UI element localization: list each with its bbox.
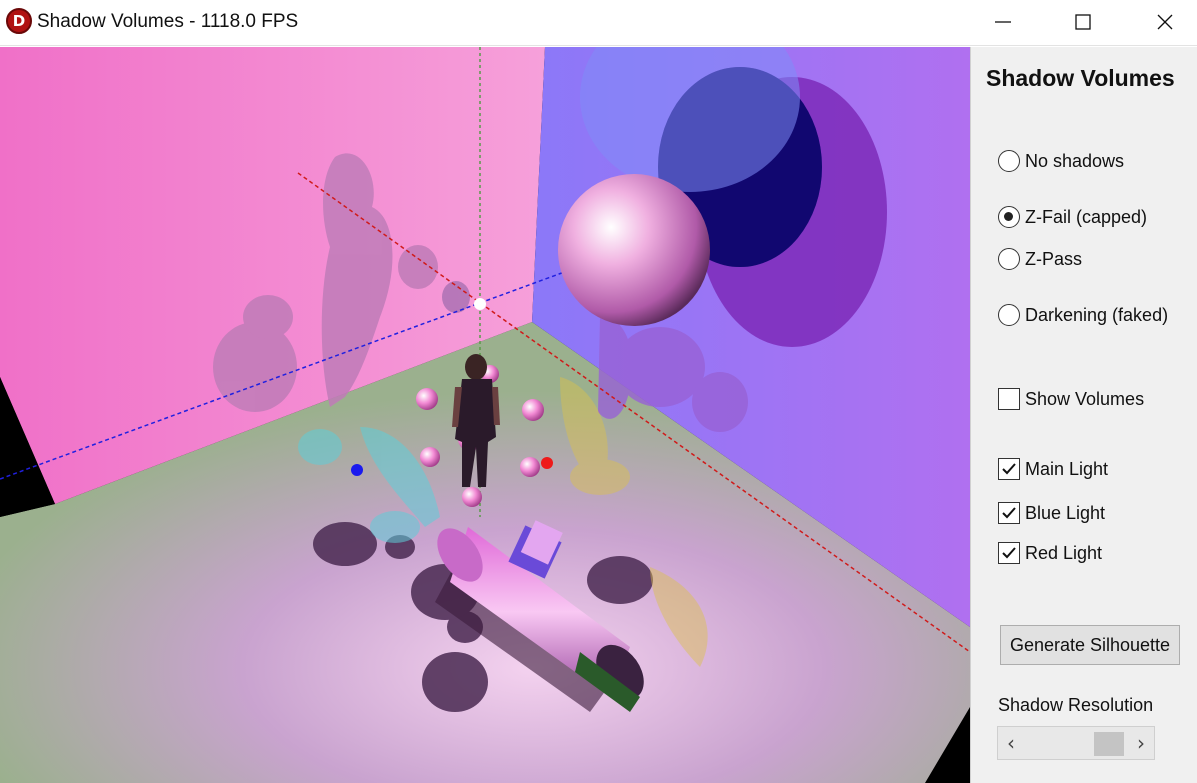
shadow-resolution-scrollbar[interactable]: ‹ › [997, 726, 1155, 760]
scrollbar-thumb[interactable] [1094, 732, 1124, 756]
radio-label: Z-Pass [1025, 248, 1083, 269]
checkbox-red-light[interactable]: Red Light [998, 541, 1102, 565]
scroll-right-arrow-icon[interactable]: › [1128, 727, 1154, 759]
checkbox-label: Red Light [1025, 542, 1103, 563]
checkbox-checked[interactable] [998, 542, 1020, 564]
radio-no-shadows[interactable]: No shadows [998, 149, 1124, 173]
window-title: Shadow Volumes - 1118.0 FPS [37, 11, 299, 32]
radio-button[interactable] [998, 150, 1020, 172]
generate-silhouette-button[interactable]: Generate Silhouette [1000, 625, 1180, 665]
checkmark-icon [1002, 547, 1016, 559]
radio-label: Darkening (faked) [1025, 304, 1169, 325]
checkbox[interactable] [998, 388, 1020, 410]
radio-darkening[interactable]: Darkening (faked) [998, 303, 1168, 327]
checkbox-checked[interactable] [998, 458, 1020, 480]
checkbox-blue-light[interactable]: Blue Light [998, 501, 1105, 525]
checkmark-icon [1002, 463, 1016, 475]
radio-z-fail[interactable]: Z-Fail (capped) [998, 205, 1147, 229]
close-button[interactable] [1137, 0, 1193, 44]
render-viewport[interactable] [0, 47, 970, 783]
checkbox-label: Blue Light [1025, 502, 1106, 523]
radio-button[interactable] [998, 304, 1020, 326]
checkbox-checked[interactable] [998, 502, 1020, 524]
checkmark-icon [1002, 507, 1016, 519]
radio-button[interactable] [998, 248, 1020, 270]
radio-button-selected[interactable] [998, 206, 1020, 228]
checkbox-label: Main Light [1025, 458, 1109, 479]
shadow-scene [0, 47, 970, 783]
scroll-left-arrow-icon[interactable]: ‹ [998, 727, 1024, 759]
app-logo-icon: D [6, 8, 32, 34]
radio-z-pass[interactable]: Z-Pass [998, 247, 1082, 271]
large-sphere [558, 174, 710, 326]
app-icon-letter: D [12, 12, 26, 30]
panel-title: Shadow Volumes [986, 65, 1175, 91]
radio-label: No shadows [1025, 150, 1125, 171]
checkbox-main-light[interactable]: Main Light [998, 457, 1108, 481]
shadow-resolution-label: Shadow Resolution [998, 695, 1154, 715]
radio-label: Z-Fail (capped) [1025, 206, 1148, 227]
controls-panel: Shadow Volumes No shadows Z-Fail (capped… [970, 47, 1197, 783]
minimize-icon [995, 21, 1011, 23]
minimize-button[interactable] [975, 0, 1031, 44]
checkbox-label: Show Volumes [1025, 388, 1145, 409]
maximize-icon [1075, 14, 1091, 30]
checkbox-show-volumes[interactable]: Show Volumes [998, 387, 1144, 411]
title-bar: D Shadow Volumes - 1118.0 FPS [0, 0, 1197, 46]
maximize-button[interactable] [1055, 0, 1111, 44]
close-icon [1157, 14, 1173, 30]
